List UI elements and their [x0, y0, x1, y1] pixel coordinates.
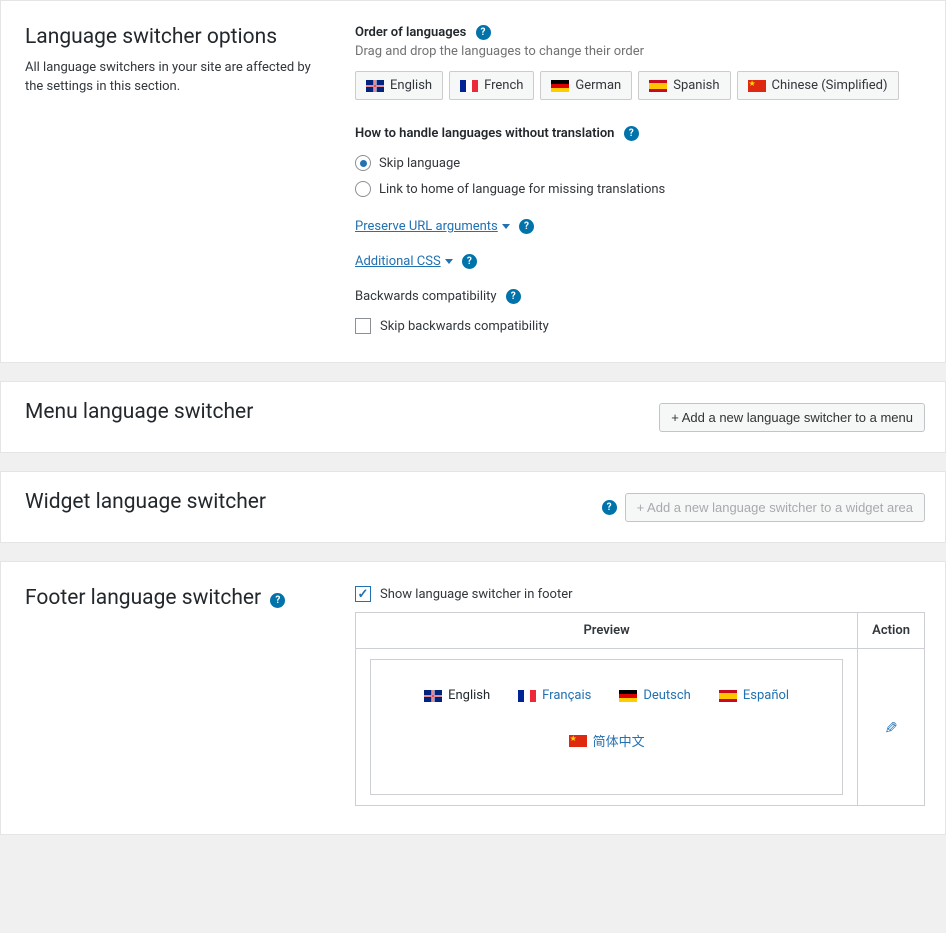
- missing-label: How to handle languages without translat…: [355, 126, 614, 141]
- radio-icon: [355, 181, 371, 197]
- preview-table: Preview Action English Français Deutsch Esp…: [355, 612, 925, 806]
- preview-language[interactable]: Français: [518, 688, 591, 703]
- footer-switcher-title: Footer language switcher: [25, 586, 261, 610]
- language-name: 简体中文: [593, 731, 645, 750]
- edit-icon[interactable]: ✎: [882, 721, 901, 734]
- section-title: Language switcher options: [25, 25, 355, 49]
- flag-icon: [748, 80, 766, 92]
- language-name: English: [448, 688, 490, 703]
- preview-language[interactable]: Español: [719, 688, 789, 703]
- menu-switcher-title: Menu language switcher: [25, 400, 355, 424]
- language-name: French: [484, 78, 523, 93]
- help-icon[interactable]: ?: [602, 500, 617, 515]
- skip-back-compat-checkbox[interactable]: [355, 318, 371, 334]
- flag-icon: [649, 80, 667, 92]
- chevron-down-icon: [445, 259, 453, 264]
- preview-language[interactable]: Deutsch: [619, 688, 691, 703]
- chevron-down-icon: [502, 224, 510, 229]
- flag-icon: [460, 80, 478, 92]
- radio-icon: [355, 155, 371, 171]
- help-icon[interactable]: ?: [476, 25, 491, 40]
- flag-icon: [518, 690, 536, 702]
- section-desc: All language switchers in your site are …: [25, 59, 325, 97]
- order-sub: Drag and drop the languages to change th…: [355, 44, 925, 59]
- flag-icon: [719, 690, 737, 702]
- language-tiles: English French German Spanish Chinese (Simpl…: [355, 71, 925, 100]
- radio-skip-language[interactable]: Skip language: [355, 155, 925, 171]
- language-name: Español: [743, 688, 789, 703]
- checkbox-label: Skip backwards compatibility: [380, 319, 549, 334]
- language-name: Français: [542, 688, 591, 703]
- preview-header: Preview: [356, 613, 858, 649]
- preview-box: English Français Deutsch Español 简体中文: [370, 659, 843, 795]
- add-widget-switcher-button[interactable]: + Add a new language switcher to a widge…: [625, 493, 925, 522]
- flag-icon: [551, 80, 569, 92]
- action-header: Action: [858, 613, 925, 649]
- preview-language[interactable]: 简体中文: [569, 731, 645, 750]
- language-tile[interactable]: German: [540, 71, 632, 100]
- language-name: German: [575, 78, 621, 93]
- help-icon[interactable]: ?: [519, 219, 534, 234]
- back-compat-label: Backwards compatibility: [355, 289, 497, 304]
- add-menu-switcher-button[interactable]: + Add a new language switcher to a menu: [659, 403, 925, 432]
- flag-icon: [569, 735, 587, 747]
- flag-icon: [619, 690, 637, 702]
- radio-label: Link to home of language for missing tra…: [379, 182, 665, 197]
- checkbox-label: Show language switcher in footer: [380, 587, 573, 602]
- preview-language: English: [424, 688, 490, 703]
- language-name: Spanish: [673, 78, 719, 93]
- help-icon[interactable]: ?: [624, 126, 639, 141]
- additional-css-toggle[interactable]: Additional CSS: [355, 254, 453, 269]
- radio-link-home[interactable]: Link to home of language for missing tra…: [355, 181, 925, 197]
- flag-icon: [366, 80, 384, 92]
- help-icon[interactable]: ?: [462, 254, 477, 269]
- radio-label: Skip language: [379, 156, 460, 171]
- language-tile[interactable]: French: [449, 71, 534, 100]
- language-name: Chinese (Simplified): [772, 78, 888, 93]
- language-tile[interactable]: Spanish: [638, 71, 730, 100]
- help-icon[interactable]: ?: [270, 593, 285, 608]
- language-name: Deutsch: [643, 688, 691, 703]
- show-footer-checkbox[interactable]: [355, 586, 371, 602]
- preserve-url-toggle[interactable]: Preserve URL arguments: [355, 219, 510, 234]
- language-tile[interactable]: English: [355, 71, 443, 100]
- language-tile[interactable]: Chinese (Simplified): [737, 71, 899, 100]
- widget-switcher-title: Widget language switcher: [25, 490, 355, 514]
- language-name: English: [390, 78, 432, 93]
- order-label: Order of languages: [355, 25, 466, 40]
- flag-icon: [424, 690, 442, 702]
- help-icon[interactable]: ?: [506, 289, 521, 304]
